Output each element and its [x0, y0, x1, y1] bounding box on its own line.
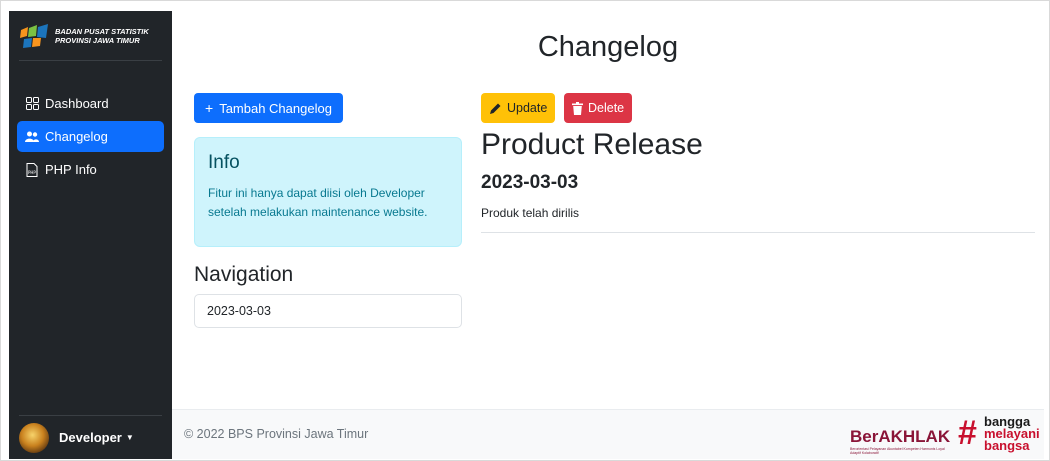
navigation-item[interactable]: 2023-03-03 [194, 294, 462, 328]
sidebar-item-dashboard[interactable]: Dashboard [17, 88, 164, 119]
berakhlak-tagline: Berorientasi Pelayanan Akuntabel Kompete… [850, 447, 945, 455]
add-changelog-button[interactable]: + Tambah Changelog [194, 93, 343, 123]
people-icon [25, 130, 39, 144]
sidebar-item-changelog[interactable]: Changelog [17, 121, 164, 152]
entry-description: Produk telah dirilis [481, 206, 580, 220]
bps-logo-icon [20, 23, 48, 48]
update-label: Update [507, 101, 548, 115]
bangga-melayani-logo: # bangga melayani bangsa [958, 414, 1042, 456]
divider [481, 232, 1035, 233]
add-changelog-label: Tambah Changelog [219, 100, 332, 116]
navigation-heading: Navigation [194, 263, 294, 286]
navigation-item-label: 2023-03-03 [207, 304, 271, 318]
grid-icon [25, 97, 39, 111]
entry-date: 2023-03-03 [481, 172, 579, 193]
trash-icon [572, 101, 583, 115]
brand-text: BADAN PUSAT STATISTIK PROVINSI JAWA TIMU… [55, 27, 149, 45]
main-content: Changelog + Tambah Changelog Info Fitur … [172, 11, 1044, 459]
delete-button[interactable]: Delete [564, 93, 633, 123]
pencil-icon [489, 102, 502, 115]
user-name: Developer [59, 430, 122, 445]
footer: © 2022 BPS Provinsi Jawa Timur BerAKHLAK… [172, 409, 1044, 459]
brand-line-1: BADAN PUSAT STATISTIK [55, 26, 149, 36]
info-body: Fitur ini hanya dapat diisi oleh Develop… [208, 186, 428, 219]
sidebar-item-label: Changelog [45, 129, 108, 144]
berakhlak-word: BerAKHLAK [850, 427, 951, 446]
entry-title: Product Release [481, 128, 703, 161]
berakhlak-logo: BerAKHLAK Berorientasi Pelayanan Akuntab… [850, 418, 954, 455]
page-title: Changelog [537, 31, 679, 63]
hashtag-icon: # [958, 414, 977, 452]
plus-icon: + [205, 100, 214, 116]
brand-line-2: PROVINSI JAWA TIMUR [55, 35, 140, 45]
bangga-word-3: bangsa [984, 438, 1030, 453]
avatar [19, 422, 49, 453]
sidebar-item-label: PHP Info [45, 162, 97, 177]
copyright: © 2022 BPS Provinsi Jawa Timur [184, 427, 369, 441]
svg-text:PHP: PHP [28, 170, 36, 175]
info-title: Info [208, 152, 240, 173]
file-code-icon: PHP [25, 162, 39, 177]
app-frame: BADAN PUSAT STATISTIK PROVINSI JAWA TIMU… [0, 0, 1050, 461]
sidebar-item-label: Dashboard [45, 96, 109, 111]
delete-label: Delete [588, 101, 625, 115]
sidebar-item-php-info[interactable]: PHP PHP Info [17, 154, 164, 185]
caret-down-icon: ▼ [125, 433, 134, 442]
sidebar-nav: Dashboard Changelog PHP PHP Info [9, 88, 172, 185]
bangga-words: bangga melayani bangsa [984, 415, 1040, 453]
update-button[interactable]: Update [481, 93, 556, 123]
info-alert: Info Fitur ini hanya dapat diisi oleh De… [194, 137, 462, 247]
sidebar: BADAN PUSAT STATISTIK PROVINSI JAWA TIMU… [9, 11, 172, 459]
brand[interactable]: BADAN PUSAT STATISTIK PROVINSI JAWA TIMU… [19, 11, 162, 61]
user-menu[interactable]: Developer ▼ [19, 415, 162, 459]
